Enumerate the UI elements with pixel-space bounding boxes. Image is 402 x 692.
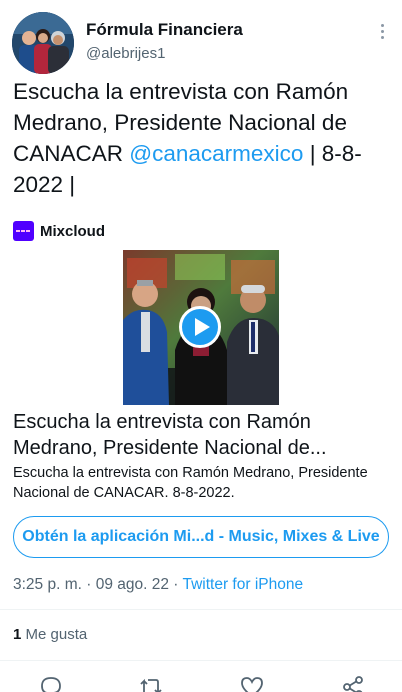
share-icon[interactable] <box>340 674 366 692</box>
divider <box>0 660 402 661</box>
retweet-icon[interactable] <box>138 674 164 692</box>
get-app-button[interactable]: Obtén la aplicación Mi...d - Music, Mixe… <box>13 516 389 558</box>
meta-separator-2: · <box>168 576 183 593</box>
tweet-client[interactable]: Twitter for iPhone <box>182 576 303 593</box>
action-bar <box>0 670 402 692</box>
meta-separator: · <box>81 576 96 593</box>
card-media[interactable] <box>123 250 279 405</box>
author-handle[interactable]: @alebrijes1 <box>86 44 243 64</box>
play-icon[interactable] <box>179 306 221 348</box>
card-source-name: Mixcloud <box>40 222 106 240</box>
tweet-date[interactable]: 09 ago. 22 <box>96 576 169 593</box>
likes-count[interactable]: 1 Me gusta <box>13 626 87 643</box>
get-app-button-label: Obtén la aplicación Mi...d - Music, Mixe… <box>22 528 380 545</box>
mixcloud-logo-icon <box>13 221 34 241</box>
more-vertical-icon[interactable] <box>376 22 388 40</box>
card-source[interactable]: Mixcloud <box>13 221 105 241</box>
card-title[interactable]: Escucha la entrevista con Ramón Medrano,… <box>13 409 391 461</box>
card-description: Escucha la entrevista con Ramón Medrano,… <box>13 465 368 501</box>
tweet-header: Fórmula Financiera @alebrijes1 <box>12 12 392 74</box>
tweet-time[interactable]: 3:25 p. m. <box>13 576 82 593</box>
tweet-meta: 3:25 p. m. · 09 ago. 22 · Twitter for iP… <box>13 576 303 594</box>
reply-icon[interactable] <box>38 674 64 692</box>
tweet-text: Escucha la entrevista con Ramón Medrano,… <box>13 76 391 200</box>
author-display-name[interactable]: Fórmula Financiera <box>86 20 243 40</box>
divider <box>0 609 402 610</box>
heart-icon[interactable] <box>239 674 265 692</box>
likes-label: Me gusta <box>21 626 88 643</box>
avatar[interactable] <box>12 12 74 74</box>
mention-link[interactable]: @canacarmexico <box>129 141 303 166</box>
